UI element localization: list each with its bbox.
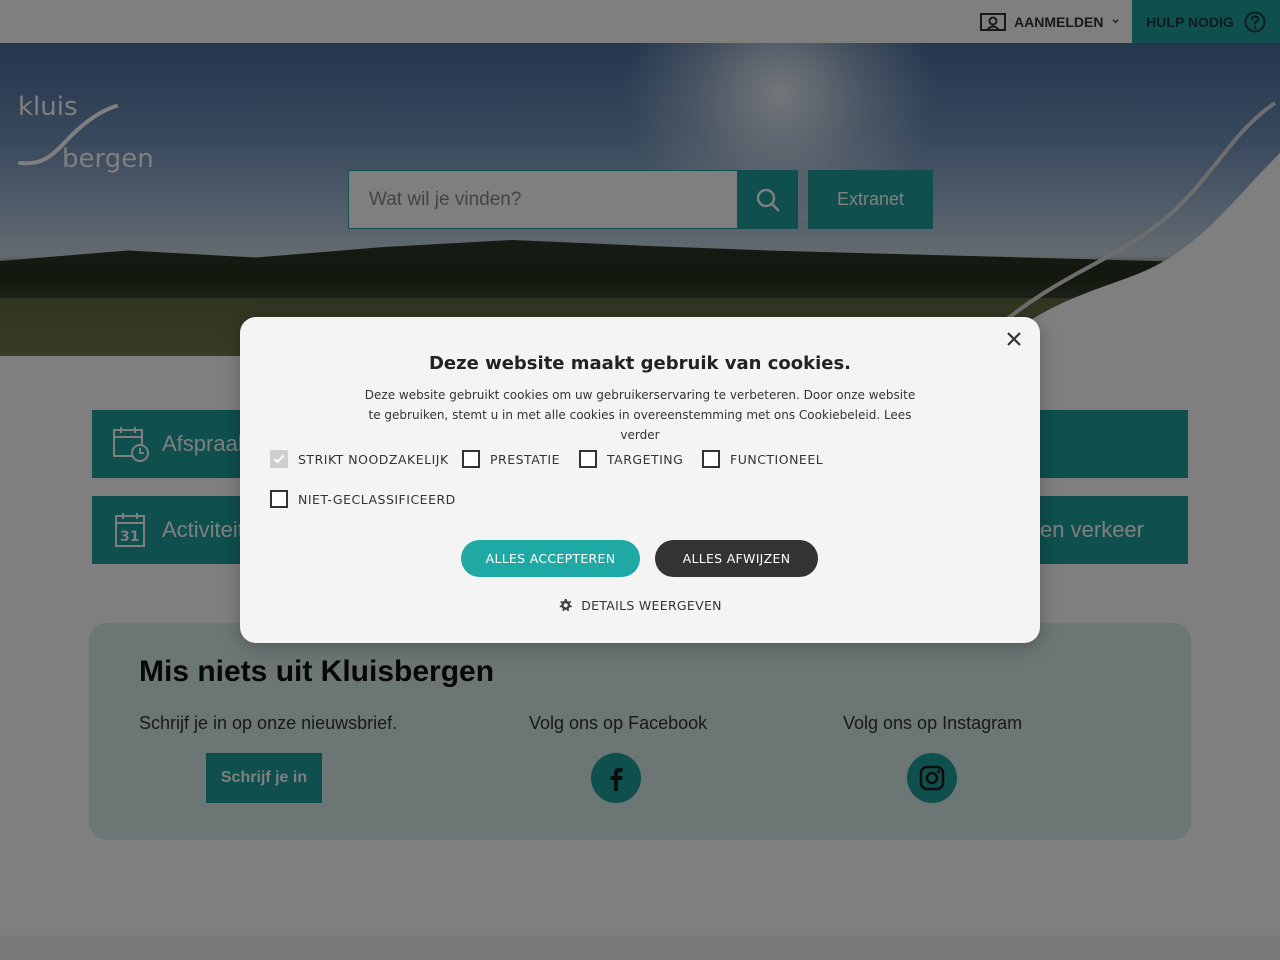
checkbox-functional[interactable]: FUNCTIONEEL (702, 450, 823, 468)
checkbox-box (702, 450, 720, 468)
accept-all-label: ALLES ACCEPTEREN (485, 551, 616, 566)
accept-all-button[interactable]: ALLES ACCEPTEREN (461, 540, 640, 577)
cookie-description: Deze website gebruikt cookies om uw gebr… (364, 388, 916, 442)
checkbox-box-checked (270, 450, 288, 468)
checkbox-strictly-necessary[interactable]: STRIKT NOODZAKELIJK (270, 450, 449, 468)
checkbox-unclassified[interactable]: NIET-GECLASSIFICEERD (270, 490, 456, 508)
checkbox-targeting[interactable]: TARGETING (579, 450, 683, 468)
cookie-consent-dialog: Deze website maakt gebruik van cookies. … (240, 317, 1040, 643)
checkbox-box (462, 450, 480, 468)
show-details-button[interactable]: DETAILS WEERGEVEN (240, 598, 1040, 613)
close-icon (1007, 332, 1021, 346)
show-details-label: DETAILS WEERGEVEN (581, 598, 722, 613)
checkbox-label: FUNCTIONEEL (730, 451, 824, 467)
close-button[interactable] (1002, 327, 1026, 351)
cookie-title: Deze website maakt gebruik van cookies. (428, 353, 851, 374)
checkbox-performance[interactable]: PRESTATIE (462, 450, 560, 468)
reject-all-label: ALLES AFWIJZEN (682, 551, 791, 566)
reject-all-button[interactable]: ALLES AFWIJZEN (655, 540, 818, 577)
checkbox-label: NIET-GECLASSIFICEERD (298, 491, 456, 507)
checkbox-label: TARGETING (607, 451, 684, 467)
gear-icon (559, 598, 573, 612)
checkbox-box (270, 490, 288, 508)
checkbox-label: STRIKT NOODZAKELIJK (298, 451, 449, 467)
checkbox-box (579, 450, 597, 468)
check-icon (273, 454, 285, 464)
checkbox-label: PRESTATIE (490, 451, 561, 467)
